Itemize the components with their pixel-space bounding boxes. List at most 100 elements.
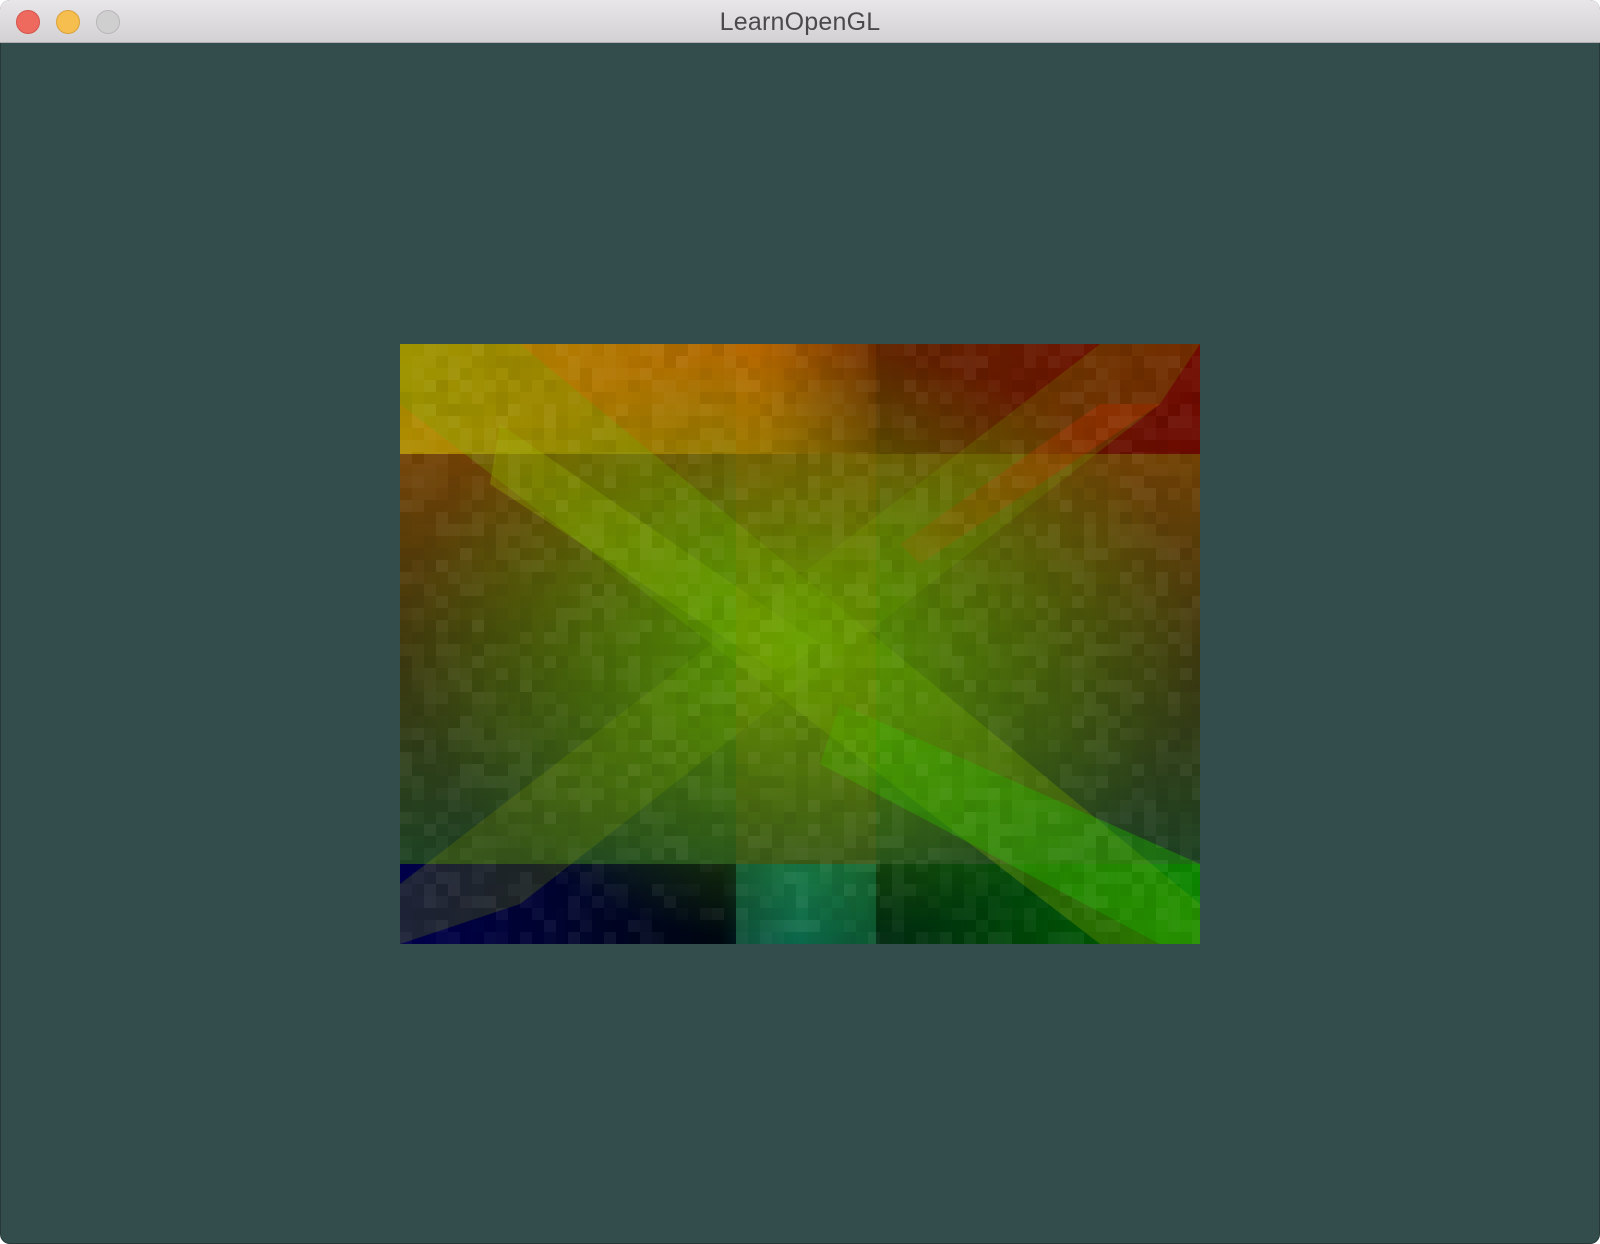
texture-pixel xyxy=(700,404,712,416)
texture-pixel xyxy=(952,368,964,380)
texture-pixel xyxy=(952,644,964,656)
texture-pixel xyxy=(628,776,640,788)
texture-pixel xyxy=(928,620,940,632)
texture-pixel xyxy=(640,596,652,608)
texture-pixel xyxy=(664,356,676,368)
texture-pixel xyxy=(988,440,1000,452)
texture-pixel xyxy=(952,476,964,488)
texture-pixel xyxy=(1036,932,1048,944)
texture-pixel xyxy=(472,884,484,896)
texture-pixel xyxy=(1108,812,1120,824)
texture-pixel xyxy=(724,932,736,944)
texture-pixel xyxy=(508,524,520,536)
texture-pixel xyxy=(856,416,868,428)
texture-pixel xyxy=(1036,668,1048,680)
texture-pixel xyxy=(1060,680,1072,692)
texture-pixel xyxy=(604,740,616,752)
texture-pixel xyxy=(652,632,664,644)
texture-pixel xyxy=(964,872,976,884)
texture-pixel xyxy=(1156,668,1168,680)
texture-pixel xyxy=(820,452,832,464)
texture-pixel xyxy=(580,512,592,524)
texture-pixel xyxy=(796,488,808,500)
texture-pixel xyxy=(736,512,748,524)
texture-pixel xyxy=(472,776,484,788)
texture-pixel xyxy=(700,884,712,896)
texture-pixel xyxy=(880,452,892,464)
texture-pixel xyxy=(1108,572,1120,584)
texture-pixel xyxy=(736,668,748,680)
texture-pixel xyxy=(700,392,712,404)
texture-pixel xyxy=(784,620,796,632)
texture-pixel xyxy=(1024,920,1036,932)
texture-pixel xyxy=(556,932,568,944)
texture-pixel xyxy=(856,908,868,920)
texture-pixel xyxy=(880,356,892,368)
texture-pixel xyxy=(544,620,556,632)
texture-pixel xyxy=(892,464,904,476)
texture-pixel xyxy=(784,728,796,740)
texture-pixel xyxy=(760,608,772,620)
texture-pixel xyxy=(820,536,832,548)
texture-pixel xyxy=(808,692,820,704)
texture-pixel xyxy=(820,788,832,800)
texture-pixel xyxy=(856,872,868,884)
texture-pixel xyxy=(736,488,748,500)
texture-pixel xyxy=(760,500,772,512)
opengl-viewport[interactable] xyxy=(0,44,1600,1244)
texture-pixel xyxy=(820,404,832,416)
texture-pixel xyxy=(424,908,436,920)
texture-pixel xyxy=(1192,764,1200,776)
texture-pixel xyxy=(544,608,556,620)
texture-pixel xyxy=(988,428,1000,440)
texture-pixel xyxy=(436,608,448,620)
texture-pixel xyxy=(760,488,772,500)
texture-pixel xyxy=(748,632,760,644)
texture-pixel xyxy=(904,728,916,740)
texture-pixel xyxy=(760,596,772,608)
texture-pixel xyxy=(1156,608,1168,620)
texture-pixel xyxy=(580,452,592,464)
texture-pixel xyxy=(1156,908,1168,920)
texture-pixel xyxy=(856,740,868,752)
texture-pixel xyxy=(952,656,964,668)
texture-pixel xyxy=(652,776,664,788)
texture-pixel xyxy=(412,596,424,608)
texture-pixel xyxy=(856,932,868,944)
texture-pixel xyxy=(832,644,844,656)
texture-pixel xyxy=(988,644,1000,656)
texture-pixel xyxy=(760,752,772,764)
texture-pixel xyxy=(844,920,856,932)
texture-pixel xyxy=(748,668,760,680)
texture-pixel xyxy=(592,848,604,860)
texture-pixel xyxy=(592,416,604,428)
texture-pixel xyxy=(436,524,448,536)
texture-pixel xyxy=(604,788,616,800)
texture-pixel xyxy=(1144,932,1156,944)
texture-pixel xyxy=(580,632,592,644)
texture-pixel xyxy=(700,560,712,572)
texture-pixel xyxy=(472,560,484,572)
texture-pixel xyxy=(1168,800,1180,812)
texture-pixel xyxy=(892,404,904,416)
texture-pixel xyxy=(436,560,448,572)
texture-pixel xyxy=(1132,896,1144,908)
title-bar[interactable]: LearnOpenGL xyxy=(0,0,1600,43)
texture-pixel xyxy=(1024,812,1036,824)
texture-pixel xyxy=(1096,536,1108,548)
texture-pixel xyxy=(964,800,976,812)
texture-pixel xyxy=(820,704,832,716)
texture-pixel xyxy=(796,728,808,740)
texture-pixel xyxy=(1192,920,1200,932)
texture-pixel xyxy=(808,872,820,884)
texture-pixel xyxy=(1036,788,1048,800)
texture-pixel xyxy=(400,884,412,896)
texture-pixel xyxy=(952,764,964,776)
texture-pixel xyxy=(772,704,784,716)
texture-pixel xyxy=(748,644,760,656)
texture-pixel xyxy=(436,632,448,644)
texture-pixel xyxy=(520,500,532,512)
texture-pixel xyxy=(1120,488,1132,500)
texture-pixel xyxy=(1132,356,1144,368)
texture-pixel xyxy=(940,740,952,752)
